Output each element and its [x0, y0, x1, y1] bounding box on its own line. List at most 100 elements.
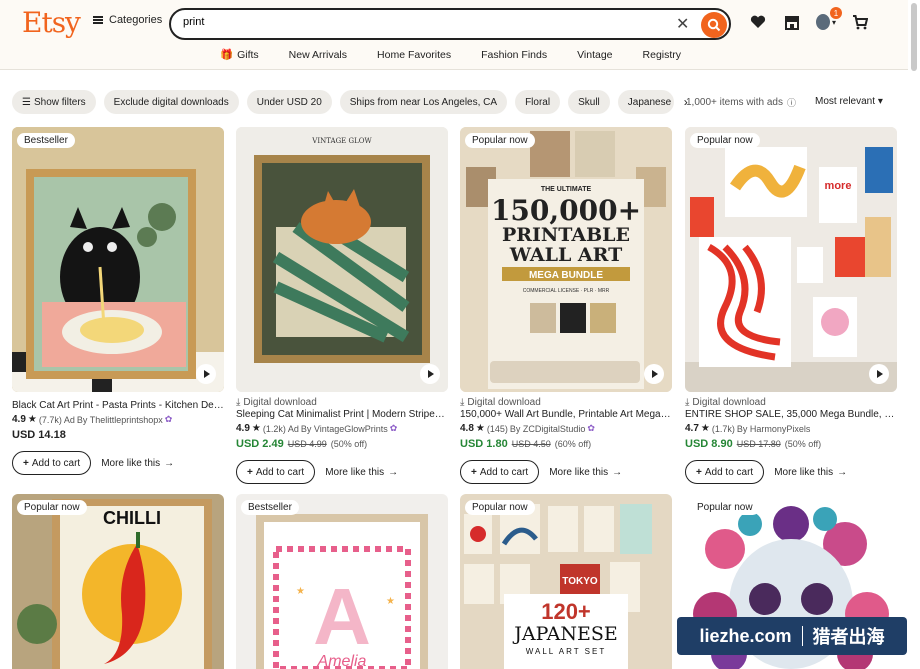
name-text: Amelia [317, 653, 367, 669]
card-actions: + Add to cart More like this → [12, 451, 224, 475]
clear-icon[interactable]: ✕ [676, 14, 689, 34]
show-filters-button[interactable]: ☰ Show filters [12, 90, 96, 114]
filter-chip[interactable]: Ships from near Los Angeles, CA [339, 90, 508, 114]
nav-item-home-favorites[interactable]: Home Favorites [377, 48, 451, 61]
brand-text: VINTAGE GLOW [311, 137, 372, 145]
shop-name[interactable]: By HarmonyPixels [737, 424, 811, 434]
rating-row: 4.7 ★ (1.7k) By HarmonyPixels [685, 423, 811, 434]
play-video-icon[interactable] [196, 364, 216, 384]
printable-text: PRINTABLE [502, 224, 630, 246]
nav-item-new-arrivals[interactable]: New Arrivals [289, 48, 347, 61]
play-video-icon[interactable] [644, 364, 664, 384]
shop-name[interactable]: By ZCDigitalStudio [510, 424, 586, 434]
filter-sliders-icon: ☰ [22, 96, 31, 108]
badge-tag: Popular now [690, 500, 760, 515]
product-image[interactable]: THE ULTIMATE 150,000+ PRINTABLE WALL ART… [460, 127, 672, 392]
discount: (60% off) [554, 439, 592, 449]
original-price: USD 4.99 [287, 439, 327, 449]
product-image[interactable]: VINTAGE GLOW [236, 127, 448, 392]
svg-text:★: ★ [296, 586, 305, 597]
nav-item-vintage[interactable]: Vintage [577, 48, 612, 61]
star-seller-icon: ✿ [389, 423, 398, 433]
star-icon: ★ [700, 423, 710, 434]
categories-label: Categories [109, 14, 163, 26]
product-image[interactable]: A Amelia ★ ★ Bestseller [236, 494, 448, 669]
product-card[interactable]: VINTAGE GLOW ⤓ Digital download Sleeping … [236, 127, 448, 484]
product-title[interactable]: Black Cat Art Print - Pasta Prints - Kit… [12, 400, 224, 411]
play-video-icon[interactable] [420, 364, 440, 384]
more-like-this-link[interactable]: More like this → [774, 467, 847, 478]
badge-tag: Bestseller [241, 500, 299, 515]
star-icon: ★ [475, 423, 485, 434]
product-image[interactable]: TOKYO 120+ JAPANESE WALL ART SET Popular… [460, 494, 672, 669]
ultimate-text: THE ULTIMATE [541, 186, 592, 193]
product-card[interactable]: A Amelia ★ ★ Bestseller [236, 494, 448, 669]
filter-chip[interactable]: Floral [515, 90, 561, 114]
product-image[interactable]: more Popular now [685, 127, 897, 392]
product-title[interactable]: 150,000+ Wall Art Bundle, Printable Art … [460, 409, 672, 420]
star-icon: ★ [251, 423, 261, 434]
top-nav: 🎁 Gifts New Arrivals Home Favorites Fashi… [220, 48, 711, 62]
nav-item-gifts[interactable]: 🎁 Gifts [220, 48, 259, 62]
play-video-icon[interactable] [869, 364, 889, 384]
product-title[interactable]: Sleeping Cat Minimalist Print | Modern S… [236, 409, 448, 420]
favorites-heart-icon[interactable] [748, 12, 768, 32]
sale-price: USD 8.90 [685, 438, 733, 450]
avatar-icon [816, 14, 830, 30]
original-price: USD 17.80 [736, 439, 781, 449]
shop-name[interactable]: By Thelittleprintshopx [77, 415, 163, 425]
download-icon: ⤓ [460, 397, 465, 408]
notification-badge: 1 [830, 7, 842, 19]
product-card[interactable]: THE ULTIMATE 150,000+ PRINTABLE WALL ART… [460, 127, 672, 484]
original-price: USD 4.50 [511, 439, 551, 449]
product-meta: ⤓ Digital download Sleeping Cat Minimalis… [236, 392, 448, 484]
sort-dropdown[interactable]: Most relevant ▾ [815, 96, 883, 107]
add-to-cart-button[interactable]: + Add to cart [12, 451, 92, 475]
product-card[interactable]: TOKYO 120+ JAPANESE WALL ART SET Popular… [460, 494, 672, 669]
search-input[interactable] [183, 16, 653, 28]
card-actions: + Add to cart More like this → [685, 460, 897, 484]
add-to-cart-button[interactable]: + Add to cart [236, 460, 316, 484]
info-icon[interactable]: ⓘ [787, 96, 796, 109]
japanese-text: JAPANESE [512, 623, 617, 645]
watermark-banner: liezhe.com 猎者出海 [677, 617, 907, 655]
filter-chip[interactable]: Japanese [617, 90, 674, 114]
watermark-site: liezhe.com [699, 625, 792, 646]
add-to-cart-button[interactable]: + Add to cart [685, 460, 765, 484]
arrow-right-icon: → [612, 466, 623, 478]
filter-chip[interactable]: Exclude digital downloads [103, 90, 239, 114]
discount: (50% off) [330, 439, 368, 449]
search-button[interactable] [701, 12, 727, 38]
shop-name[interactable]: By VintageGlowPrints [301, 424, 388, 434]
sale-price: USD 2.49 [236, 438, 284, 450]
more-like-this-link[interactable]: More like this → [101, 458, 174, 469]
product-card[interactable]: more Popular now ⤓ Digital download ENTIR… [685, 127, 897, 484]
wall-art-bundle-artwork: THE ULTIMATE 150,000+ PRINTABLE WALL ART… [460, 127, 672, 392]
nav-item-registry[interactable]: Registry [643, 48, 682, 61]
black-cat-pasta-artwork [12, 127, 224, 392]
more-like-this-link[interactable]: More like this → [549, 467, 622, 478]
product-card[interactable]: Bestseller Black Cat Art Print - Pasta P… [12, 127, 224, 475]
categories-button[interactable]: Categories [93, 14, 162, 26]
product-image[interactable]: CHILLI Popular now [12, 494, 224, 669]
rating-row: 4.9 ★ (1.2k) Ad By VintageGlowPrints ✿ [236, 423, 398, 434]
scrollbar[interactable] [911, 3, 917, 71]
add-to-cart-button[interactable]: + Add to cart [460, 460, 540, 484]
product-title[interactable]: ENTIRE SHOP SALE, 35,000 Mega Bundle, Pr… [685, 409, 897, 420]
sleeping-cat-artwork: VINTAGE GLOW [236, 127, 448, 392]
filter-chip[interactable]: Skull [568, 90, 610, 114]
shop-icon[interactable] [782, 12, 802, 32]
wall-art-text: WALL ART [509, 244, 623, 266]
cart-icon[interactable] [850, 12, 870, 32]
filter-chip[interactable]: Under USD 20 [246, 90, 332, 114]
tokyo-text: TOKYO [562, 576, 598, 587]
product-image[interactable]: Bestseller [12, 127, 224, 392]
watermark-cn: 猎者出海 [812, 627, 885, 647]
account-avatar[interactable]: 1 ▾ [816, 7, 842, 32]
badge-tag: Popular now [465, 133, 535, 148]
product-card[interactable]: CHILLI Popular now [12, 494, 224, 669]
sale-price: USD 1.80 [460, 438, 508, 450]
nav-item-fashion-finds[interactable]: Fashion Finds [481, 48, 547, 61]
more-like-this-link[interactable]: More like this → [325, 467, 398, 478]
etsy-logo[interactable]: Etsy [22, 6, 81, 39]
